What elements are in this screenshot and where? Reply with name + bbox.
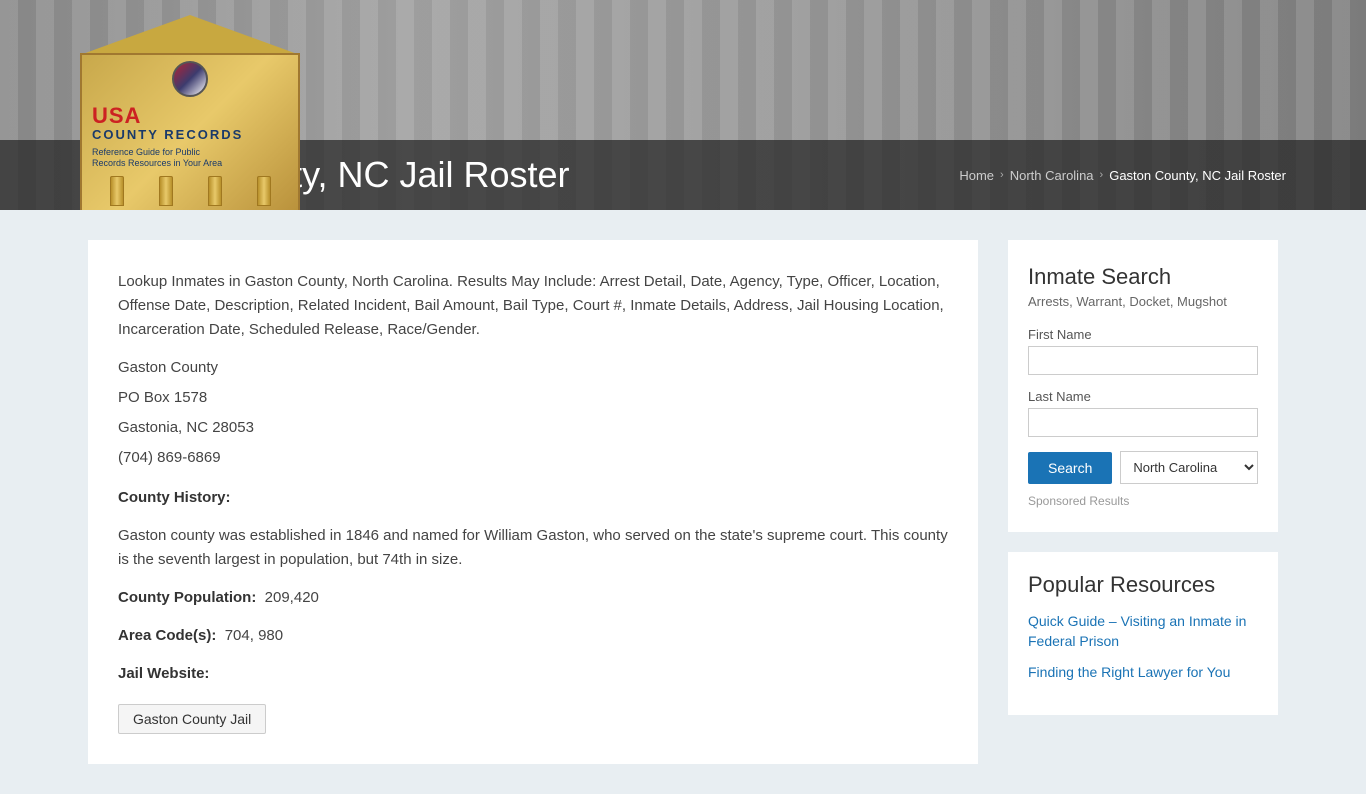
breadcrumb-home[interactable]: Home xyxy=(959,168,994,183)
logo-inner: USA COUNTY RECORDS Reference Guide for P… xyxy=(80,53,300,210)
county-history-text: Gaston county was established in 1846 an… xyxy=(118,524,948,572)
area-codes-value: 704, 980 xyxy=(225,627,283,644)
breadcrumb-sep-2: › xyxy=(1100,169,1104,181)
content-area: Lookup Inmates in Gaston County, North C… xyxy=(88,240,978,764)
first-name-input[interactable] xyxy=(1028,346,1258,375)
address-block: Gaston County PO Box 1578 Gastonia, NC 2… xyxy=(118,356,948,470)
area-codes-line: Area Code(s): 704, 980 xyxy=(118,624,948,648)
phone: (704) 869-6869 xyxy=(118,446,948,470)
logo-subtitle: Reference Guide for Public Records Resou… xyxy=(92,147,288,170)
sidebar: Inmate Search Arrests, Warrant, Docket, … xyxy=(1008,240,1278,764)
county-name: Gaston County xyxy=(118,356,948,380)
main-wrapper: Lookup Inmates in Gaston County, North C… xyxy=(68,210,1298,794)
population-line: County Population: 209,420 xyxy=(118,586,948,610)
county-history-label: County History: xyxy=(118,489,231,506)
logo-roof xyxy=(80,15,300,55)
popular-resources: Popular Resources Quick Guide – Visiting… xyxy=(1008,552,1278,715)
first-name-label: First Name xyxy=(1028,327,1258,342)
breadcrumb: Home › North Carolina › Gaston County, N… xyxy=(959,168,1286,183)
search-button[interactable]: Search xyxy=(1028,452,1112,484)
breadcrumb-state[interactable]: North Carolina xyxy=(1010,168,1094,183)
site-header: USA COUNTY RECORDS Reference Guide for P… xyxy=(0,0,1366,210)
resource-link-1[interactable]: Quick Guide – Visiting an Inmate in Fede… xyxy=(1028,612,1258,651)
logo-container[interactable]: USA COUNTY RECORDS Reference Guide for P… xyxy=(80,15,300,210)
inmate-search-subtitle: Arrests, Warrant, Docket, Mugshot xyxy=(1028,294,1258,309)
logo-usa-text: USA xyxy=(92,105,288,127)
sponsored-text: Sponsored Results xyxy=(1028,494,1258,508)
jail-website-line: Jail Website: xyxy=(118,662,948,686)
last-name-group: Last Name xyxy=(1028,389,1258,437)
search-row: Search AlabamaAlaskaArizonaArkansasCalif… xyxy=(1028,451,1258,484)
popular-resources-title: Popular Resources xyxy=(1028,572,1258,598)
area-codes-label: Area Code(s): xyxy=(118,627,216,644)
inmate-search-box: Inmate Search Arrests, Warrant, Docket, … xyxy=(1008,240,1278,532)
logo-column-1 xyxy=(110,176,124,206)
jail-website-button[interactable]: Gaston County Jail xyxy=(118,704,266,734)
last-name-input[interactable] xyxy=(1028,408,1258,437)
logo-column-4 xyxy=(257,176,271,206)
last-name-label: Last Name xyxy=(1028,389,1258,404)
logo-column-3 xyxy=(208,176,222,206)
city-state-zip: Gastonia, NC 28053 xyxy=(118,416,948,440)
breadcrumb-current: Gaston County, NC Jail Roster xyxy=(1109,168,1286,183)
population-value: 209,420 xyxy=(265,589,319,606)
po-box: PO Box 1578 xyxy=(118,386,948,410)
logo-flag-icon xyxy=(172,61,208,97)
logo-columns xyxy=(92,176,288,206)
logo-county-text: COUNTY RECORDS xyxy=(92,127,288,143)
resource-link-2[interactable]: Finding the Right Lawyer for You xyxy=(1028,663,1258,683)
jail-website-label: Jail Website: xyxy=(118,665,209,682)
first-name-group: First Name xyxy=(1028,327,1258,375)
description-text: Lookup Inmates in Gaston County, North C… xyxy=(118,270,948,342)
breadcrumb-sep-1: › xyxy=(1000,169,1004,181)
logo-column-2 xyxy=(159,176,173,206)
county-history-section: County History: xyxy=(118,486,948,510)
inmate-search-title: Inmate Search xyxy=(1028,264,1258,290)
state-select[interactable]: AlabamaAlaskaArizonaArkansasCaliforniaCo… xyxy=(1120,451,1258,484)
population-label: County Population: xyxy=(118,589,256,606)
